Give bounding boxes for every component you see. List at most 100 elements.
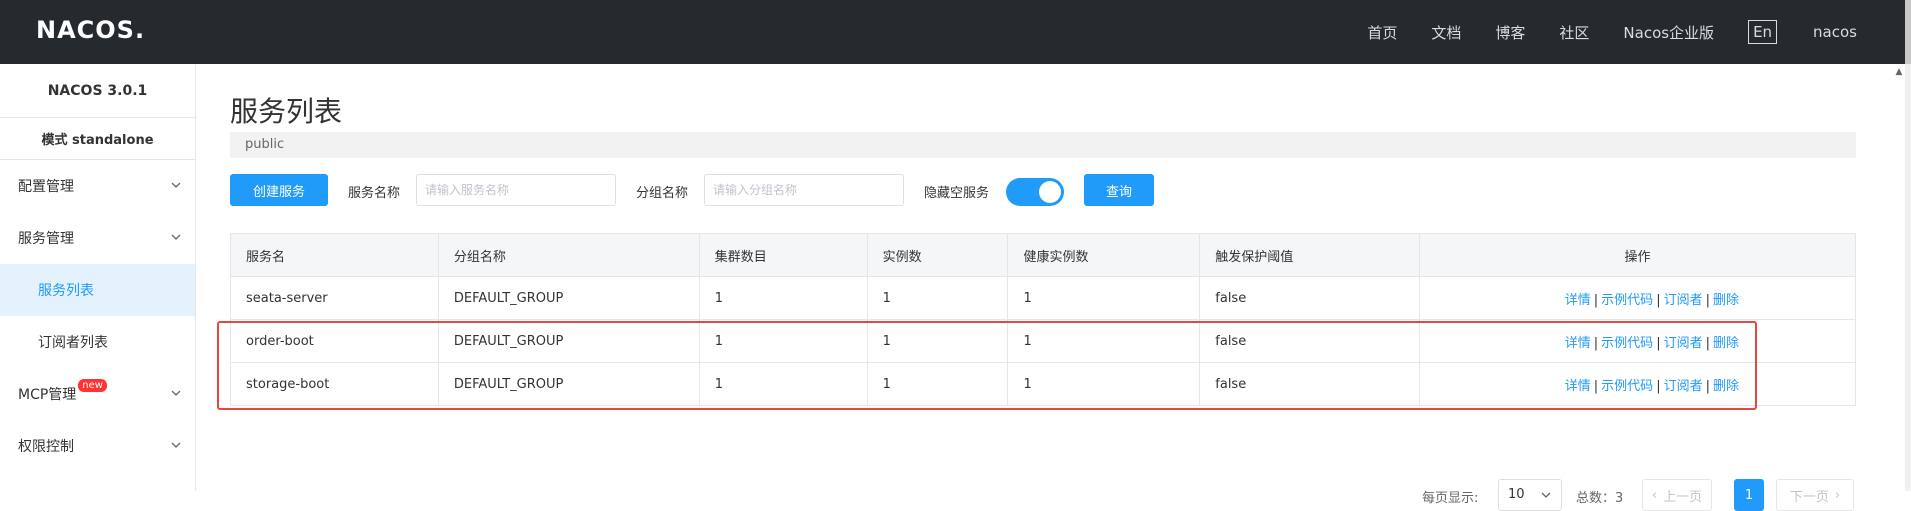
table-row: seata-server DEFAULT_GROUP 1 1 1 false 详情 | 示例代码… — [230, 276, 1856, 320]
nav-blog[interactable]: 博客 — [1495, 22, 1525, 43]
sidebar-item-label: MCP管理 — [18, 387, 77, 403]
table-cell: 1 — [699, 319, 868, 363]
sidebar-item-label: 服务列表 — [38, 283, 94, 299]
column-header: 服务名 — [230, 233, 439, 277]
current-page-button[interactable]: 1 — [1734, 479, 1764, 511]
delete-link[interactable]: 删除 — [1713, 293, 1739, 308]
subscribers-link[interactable]: 订阅者 — [1664, 379, 1703, 394]
subscribers-link[interactable]: 订阅者 — [1664, 293, 1703, 308]
details-link[interactable]: 详情 — [1565, 293, 1591, 308]
actions-cell: 详情 | 示例代码 | 订阅者 | 删除 — [1419, 319, 1856, 363]
action-separator: | — [1705, 378, 1710, 394]
column-header: 集群数目 — [699, 233, 868, 277]
create-service-button[interactable]: 创建服务 — [230, 174, 328, 206]
delete-link[interactable]: 删除 — [1713, 379, 1739, 394]
table-cell: 1 — [699, 362, 868, 406]
column-header: 分组名称 — [438, 233, 700, 277]
column-header: 实例数 — [867, 233, 1009, 277]
group-name-input[interactable] — [704, 174, 904, 206]
subscribers-link[interactable]: 订阅者 — [1664, 336, 1703, 351]
sidebar-item-mcp-management[interactable]: MCP管理 new — [0, 368, 195, 420]
column-header: 操作 — [1419, 233, 1856, 277]
action-separator: | — [1593, 292, 1599, 308]
sidebar-item-service-list[interactable]: 服务列表 — [0, 264, 195, 316]
nav-enterprise[interactable]: Nacos企业版 — [1623, 22, 1714, 43]
next-page-button[interactable]: 下一页 › — [1776, 479, 1854, 511]
table-cell: DEFAULT_GROUP — [438, 276, 700, 320]
service-name-label: 服务名称 — [348, 186, 401, 201]
chevron-right-icon: › — [1834, 487, 1841, 503]
action-separator: | — [1656, 335, 1661, 351]
table-cell: 1 — [867, 276, 1009, 320]
table-cell: DEFAULT_GROUP — [438, 319, 700, 363]
nav-docs[interactable]: 文档 — [1431, 22, 1461, 43]
nav-community[interactable]: 社区 — [1559, 22, 1589, 43]
table-cell: 1 — [867, 319, 1009, 363]
hide-empty-toggle[interactable] — [1006, 178, 1064, 206]
table-cell: 1 — [1007, 362, 1201, 406]
filter-bar: 创建服务 服务名称 分组名称 隐藏空服务 查询 — [230, 174, 1856, 206]
scrollbar-thumb[interactable] — [1905, 0, 1911, 64]
sidebar-item-service-management[interactable]: 服务管理 — [0, 212, 195, 264]
sample-code-link[interactable]: 示例代码 — [1601, 336, 1653, 351]
page-size-label: 每页显示: — [1422, 491, 1479, 506]
prev-page-label: 上一页 — [1663, 489, 1703, 505]
table-cell: 1 — [867, 362, 1009, 406]
table-cell: false — [1199, 362, 1421, 406]
language-switch-button[interactable]: En — [1748, 20, 1778, 44]
service-name-input[interactable] — [416, 174, 616, 206]
chevron-down-icon — [171, 390, 181, 396]
table-cell: 1 — [1007, 276, 1201, 320]
table-cell: 1 — [699, 276, 868, 320]
service-table: 服务名 分组名称 集群数目 实例数 健康实例数 触发保护阈值 操作 seata-… — [230, 233, 1856, 406]
sidebar-item-label: 权限控制 — [18, 439, 74, 455]
table-cell: order-boot — [230, 319, 439, 363]
action-separator: | — [1656, 292, 1661, 308]
action-separator: | — [1705, 292, 1710, 308]
sidebar-item-subscriber-list[interactable]: 订阅者列表 — [0, 316, 195, 368]
sample-code-link[interactable]: 示例代码 — [1601, 379, 1653, 394]
sidebar: NACOS 3.0.1 模式 standalone 配置管理 服务管理 服务列表… — [0, 64, 196, 491]
sample-code-link[interactable]: 示例代码 — [1601, 293, 1653, 308]
chevron-down-icon — [171, 182, 181, 188]
nacos-logo[interactable]: NACOS. — [36, 16, 145, 44]
top-navbar: NACOS. 首页 文档 博客 社区 Nacos企业版 En nacos — [0, 0, 1905, 64]
sidebar-item-label: 订阅者列表 — [38, 335, 108, 351]
page-size-select[interactable]: 10 — [1498, 479, 1562, 511]
table-row: storage-boot DEFAULT_GROUP 1 1 1 false 详情 | 示例代码… — [230, 362, 1856, 406]
table-row: order-boot DEFAULT_GROUP 1 1 1 false 详情 | 示例代码 | 订… — [230, 319, 1856, 363]
delete-link[interactable]: 删除 — [1713, 336, 1739, 351]
next-page-label: 下一页 — [1789, 489, 1829, 505]
table-cell: DEFAULT_GROUP — [438, 362, 700, 406]
group-name-label: 分组名称 — [636, 186, 689, 201]
sidebar-item-config-management[interactable]: 配置管理 — [0, 160, 195, 212]
column-header: 触发保护阈值 — [1199, 233, 1421, 277]
details-link[interactable]: 详情 — [1565, 336, 1591, 351]
nav-home[interactable]: 首页 — [1367, 22, 1397, 43]
sidebar-item-access-control[interactable]: 权限控制 — [0, 420, 195, 472]
column-header: 健康实例数 — [1007, 233, 1201, 277]
query-button[interactable]: 查询 — [1084, 174, 1154, 206]
sidebar-item-label: 服务管理 — [18, 231, 74, 247]
page-size-value: 10 — [1508, 487, 1525, 502]
table-cell: seata-server — [230, 276, 439, 320]
actions-cell: 详情 | 示例代码 | 订阅者 | 删除 — [1419, 276, 1856, 320]
toggle-knob — [1039, 181, 1061, 203]
chevron-down-icon — [171, 234, 181, 240]
table-header-row: 服务名 分组名称 集群数目 实例数 健康实例数 触发保护阈值 操作 — [230, 233, 1856, 277]
chevron-down-icon — [1541, 492, 1551, 498]
namespace-bar: public — [230, 132, 1856, 158]
user-menu[interactable]: nacos — [1813, 23, 1857, 41]
details-link[interactable]: 详情 — [1565, 379, 1591, 394]
table-cell: false — [1199, 319, 1421, 363]
chevron-left-icon: ‹ — [1651, 487, 1658, 503]
table-cell: false — [1199, 276, 1421, 320]
new-badge: new — [78, 378, 107, 392]
total-count: 总数：3 — [1576, 491, 1624, 506]
page-scrollbar[interactable] — [1905, 0, 1911, 491]
action-separator: | — [1656, 378, 1661, 394]
version-label: NACOS 3.0.1 — [0, 64, 195, 118]
prev-page-button[interactable]: ‹ 上一页 — [1642, 479, 1712, 511]
scroll-up-arrow-icon[interactable]: ▲ — [1893, 66, 1905, 78]
action-separator: | — [1705, 335, 1710, 351]
